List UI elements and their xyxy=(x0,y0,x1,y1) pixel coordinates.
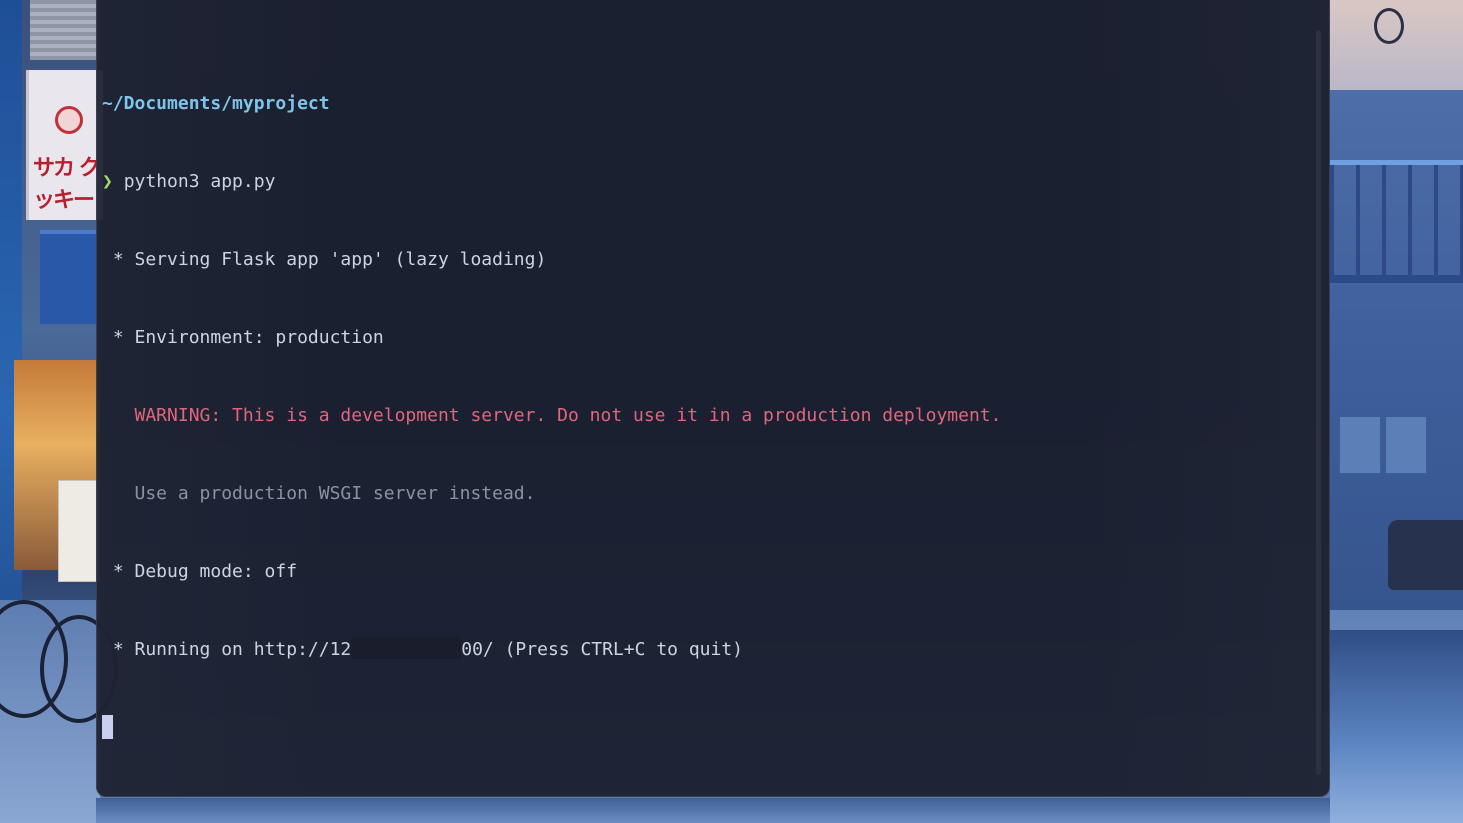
terminal-scrollbar[interactable] xyxy=(1316,30,1321,775)
prompt-line: ❯ python3 app.py xyxy=(102,169,1001,195)
text-cursor xyxy=(102,715,113,739)
wallpaper-road xyxy=(1330,630,1463,823)
output-wsgi-hint: Use a production WSGI server instead. xyxy=(102,483,536,504)
running-url-prefix: * Running on http://12 xyxy=(102,639,352,660)
output-serving: * Serving Flask app 'app' (lazy loading) xyxy=(102,249,547,270)
wallpaper-balcony-railing xyxy=(1330,160,1463,283)
output-warning: WARNING: This is a development server. D… xyxy=(102,405,1002,426)
sign-logo-icon xyxy=(55,106,83,134)
output-environment: * Environment: production xyxy=(102,327,384,348)
wallpaper-blue-sign xyxy=(40,230,100,324)
wallpaper-electric-box xyxy=(1338,415,1382,475)
output-running: * Running on http://12 00/ (Press CTRL+C … xyxy=(102,637,1001,663)
sign-text: サカ クッキー xyxy=(33,156,101,213)
output-debug: * Debug mode: off xyxy=(102,561,298,582)
terminal-window[interactable]: ~/Documents/myproject ❯ python3 app.py *… xyxy=(96,0,1330,797)
wallpaper-road-bottom xyxy=(96,798,1330,823)
wallpaper-shop-sign: サカ クッキー xyxy=(26,70,103,220)
terminal-output[interactable]: ~/Documents/myproject ❯ python3 app.py *… xyxy=(102,39,1001,793)
command-text: python3 app.py xyxy=(123,171,276,192)
wallpaper-poster xyxy=(58,480,100,582)
wallpaper-electric-box xyxy=(1384,415,1428,475)
redacted-address xyxy=(351,637,462,659)
wallpaper-hanging-ring xyxy=(1374,8,1404,44)
running-url-suffix: 00/ (Press CTRL+C to quit) xyxy=(461,639,744,660)
wallpaper-car xyxy=(1388,520,1463,590)
cwd-line: ~/Documents/myproject xyxy=(102,93,330,114)
wallpaper-shutter xyxy=(30,0,100,60)
prompt-chevron-icon: ❯ xyxy=(102,171,113,192)
input-line[interactable] xyxy=(102,715,1001,741)
